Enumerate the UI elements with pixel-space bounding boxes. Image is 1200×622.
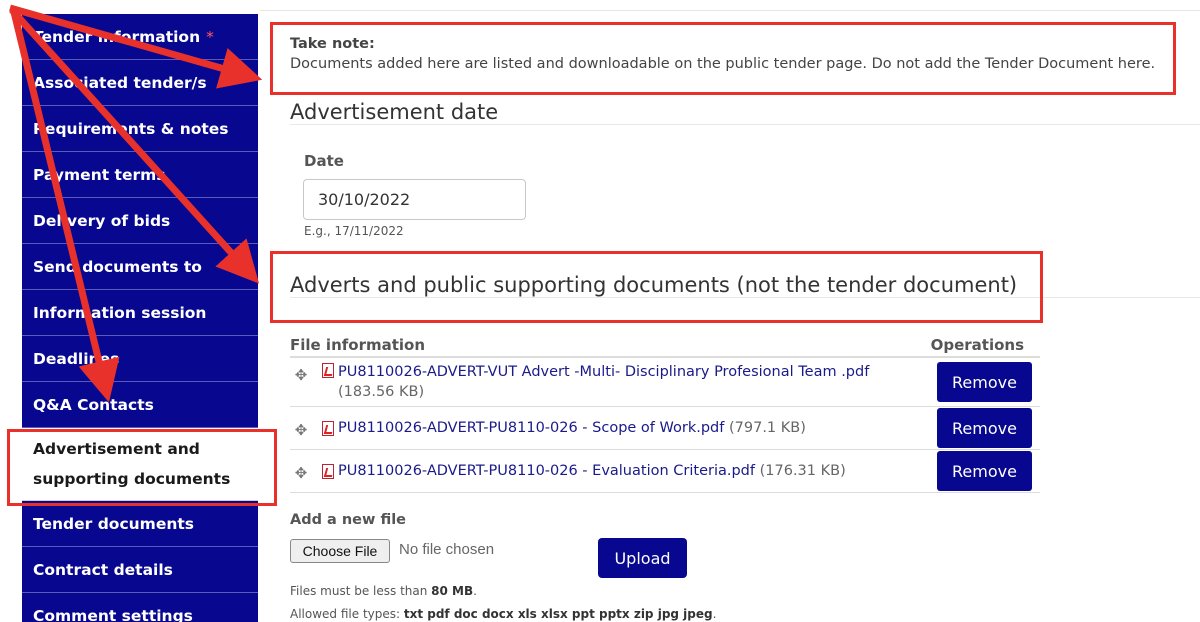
date-input[interactable] (303, 179, 526, 220)
file-link[interactable]: PU8110026-ADVERT-PU8110-026 - Scope of W… (338, 420, 724, 436)
note-title: Take note: (290, 36, 375, 52)
sidebar-item-label: Information session (33, 303, 207, 322)
col-file-information: File information (290, 336, 426, 354)
sidebar-item-send-documents-to[interactable]: Send documents to (22, 244, 258, 290)
sidebar-item-label: Payment terms (33, 165, 166, 184)
table-row: ✥ PU8110026-ADVERT-PU8110-026 - Scope of… (290, 407, 1040, 450)
sidebar-item-requirements-notes[interactable]: Requirements & notes (22, 106, 258, 152)
sidebar-item-contract-details[interactable]: Contract details (22, 547, 258, 593)
sidebar-item-label: Comment settings (33, 606, 193, 622)
sidebar-item-label: Tender information (33, 27, 201, 46)
sidebar-item-label: Deadlines (33, 349, 120, 368)
table-row: ✥ PU8110026-ADVERT-VUT Advert -Multi- Di… (290, 358, 1040, 407)
drag-handle-icon[interactable]: ✥ (290, 421, 312, 439)
choose-file-button[interactable]: Choose File (290, 539, 390, 563)
sidebar: Tender information * Associated tender/s … (0, 0, 258, 622)
sidebar-item-qa-contacts[interactable]: Q&A Contacts (22, 382, 258, 428)
sidebar-item-tender-documents[interactable]: Tender documents (22, 501, 258, 547)
sidebar-item-label: Q&A Contacts (33, 395, 154, 414)
sidebar-item-information-session[interactable]: Information session (22, 290, 258, 336)
size-prefix: Files must be less than (290, 584, 432, 598)
table-header: File information Operations (290, 336, 1040, 358)
sidebar-item-label: Advertisement and supporting documents (33, 440, 231, 488)
sidebar-item-advertisement[interactable]: Advertisement and supporting documents (22, 428, 258, 501)
allowed-types: txt pdf doc docx xls xlsx ppt pptx zip j… (403, 607, 713, 621)
allowed-file-types-note: Allowed file types: txt pdf doc docx xls… (290, 607, 716, 621)
divider (290, 124, 1200, 125)
upload-button[interactable]: Upload (598, 538, 687, 578)
drag-handle-icon[interactable]: ✥ (290, 464, 312, 482)
remove-button[interactable]: Remove (937, 362, 1032, 402)
take-note-message: Take note: Documents added here are list… (290, 34, 1155, 74)
sidebar-item-label: Requirements & notes (33, 119, 229, 138)
date-hint: E.g., 17/11/2022 (304, 224, 404, 238)
sidebar-item-label: Associated tender/s (33, 73, 207, 92)
drag-handle-icon[interactable]: ✥ (290, 366, 312, 384)
documents-table: File information Operations ✥ PU8110026-… (290, 336, 1040, 493)
add-new-file-label: Add a new file (290, 512, 407, 528)
types-suffix: . (712, 607, 717, 621)
sidebar-nav: Tender information * Associated tender/s … (22, 14, 258, 622)
file-size-limit-note: Files must be less than 80 MB. (290, 584, 477, 598)
main-content: Take note: Documents added here are list… (260, 0, 1200, 622)
sidebar-item-deadlines[interactable]: Deadlines (22, 336, 258, 382)
documents-heading: Adverts and public supporting documents … (290, 273, 1018, 297)
sidebar-item-label: Delivery of bids (33, 211, 171, 230)
file-size: (183.56 KB) (338, 384, 425, 400)
table-row: ✥ PU8110026-ADVERT-PU8110-026 - Evaluati… (290, 450, 1040, 493)
advertisement-date-heading: Advertisement date (290, 100, 499, 124)
types-prefix: Allowed file types: (290, 607, 404, 621)
pdf-file-icon (322, 363, 334, 378)
size-suffix: . (473, 584, 477, 598)
sidebar-item-delivery-of-bids[interactable]: Delivery of bids (22, 198, 258, 244)
note-text: Documents added here are listed and down… (290, 56, 1156, 72)
sidebar-item-comment-settings[interactable]: Comment settings (22, 593, 258, 622)
sidebar-item-payment-terms[interactable]: Payment terms (22, 152, 258, 198)
no-file-chosen-text: No file chosen (399, 541, 495, 558)
divider (290, 297, 1200, 298)
file-size: (797.1 KB) (728, 420, 806, 436)
size-limit: 80 MB (431, 584, 474, 598)
col-operations: Operations (930, 336, 1024, 354)
sidebar-item-label: Tender documents (33, 514, 195, 533)
file-size: (176.31 KB) (759, 463, 846, 479)
sidebar-item-label: Send documents to (33, 257, 202, 276)
sidebar-item-tender-information[interactable]: Tender information * (22, 14, 258, 60)
pdf-file-icon (322, 464, 334, 479)
date-label: Date (304, 152, 344, 170)
file-link[interactable]: PU8110026-ADVERT-PU8110-026 - Evaluation… (338, 463, 755, 479)
divider (260, 10, 1200, 11)
required-marker: * (206, 27, 214, 46)
remove-button[interactable]: Remove (937, 451, 1032, 491)
sidebar-item-label: Contract details (33, 560, 173, 579)
file-link[interactable]: PU8110026-ADVERT-VUT Advert -Multi- Disc… (338, 364, 869, 380)
remove-button[interactable]: Remove (937, 408, 1032, 448)
pdf-file-icon (322, 421, 334, 436)
sidebar-item-associated-tenders[interactable]: Associated tender/s (22, 60, 258, 106)
